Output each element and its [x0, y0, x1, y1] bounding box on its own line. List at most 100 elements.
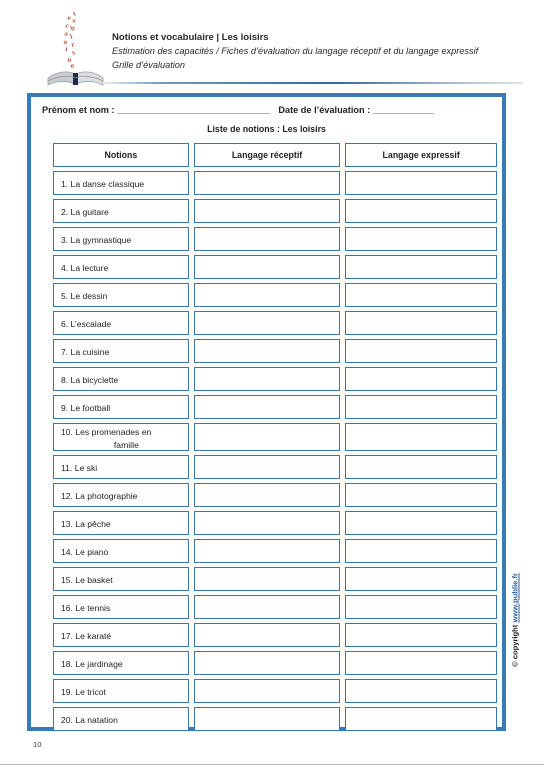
- expressif-cell[interactable]: [345, 423, 497, 451]
- expressif-cell[interactable]: [345, 623, 497, 647]
- notion-label: 7. La cuisine: [61, 347, 110, 357]
- name-input-line[interactable]: ______________________________: [117, 105, 270, 115]
- table-row: 11. Le ski: [53, 455, 497, 479]
- receptif-cell[interactable]: [193, 511, 341, 535]
- notion-cell: 14. Le piano: [53, 539, 189, 563]
- expressif-cell[interactable]: [345, 539, 497, 563]
- expressif-cell[interactable]: [345, 455, 497, 479]
- notion-label-line2: famille: [113, 439, 139, 450]
- svg-text:o: o: [62, 38, 69, 47]
- receptif-cell[interactable]: [193, 227, 341, 251]
- table-row: 19. Le tricot: [53, 679, 497, 703]
- notion-label: 12. La photographie: [61, 491, 138, 501]
- notion-label: 13. La pêche: [61, 519, 111, 529]
- expressif-cell[interactable]: [345, 283, 497, 307]
- document-page: o u s i r o l a b c v e t Notions et voc…: [0, 0, 544, 768]
- notion-cell: 4. La lecture: [53, 255, 189, 279]
- expressif-cell[interactable]: [345, 651, 497, 675]
- expressif-cell[interactable]: [345, 255, 497, 279]
- receptif-cell[interactable]: [193, 595, 341, 619]
- notion-cell: 19. Le tricot: [53, 679, 189, 703]
- receptif-cell[interactable]: [193, 171, 341, 195]
- table-row: 16. Le tennis: [53, 595, 497, 619]
- list-title: Liste de notions : Les loisirs: [207, 124, 326, 134]
- table-row: 5. Le dessin: [53, 283, 497, 307]
- notion-label: 2. La guitare: [61, 207, 109, 217]
- notion-label: 9. Le football: [61, 403, 111, 413]
- receptif-cell[interactable]: [193, 311, 341, 335]
- notion-cell: 10. Les promenades en famille: [53, 423, 189, 451]
- receptif-cell[interactable]: [193, 567, 341, 591]
- expressif-cell[interactable]: [345, 511, 497, 535]
- notion-label: 6. L’escalade: [61, 319, 112, 329]
- expressif-cell[interactable]: [345, 367, 497, 391]
- expressif-cell[interactable]: [345, 339, 497, 363]
- table-row: 15. Le basket: [53, 567, 497, 591]
- page-title: Notions et vocabulaire | Les loisirs: [112, 32, 269, 43]
- date-input-line[interactable]: ____________: [373, 105, 434, 115]
- identification-row: Prénom et nom : ________________________…: [42, 105, 494, 115]
- notion-cell: 18. Le jardinage: [53, 651, 189, 675]
- receptif-cell[interactable]: [193, 651, 341, 675]
- notion-cell: 20. La natation: [53, 707, 189, 731]
- expressif-cell[interactable]: [345, 483, 497, 507]
- receptif-cell[interactable]: [193, 395, 341, 419]
- copyright-notice: © copyright www.publie.fr: [506, 560, 524, 680]
- receptif-cell[interactable]: [193, 707, 341, 731]
- table-row: 4. La lecture: [53, 255, 497, 279]
- receptif-cell[interactable]: [193, 539, 341, 563]
- notion-label: 16. Le tennis: [61, 603, 111, 613]
- receptif-cell[interactable]: [193, 483, 341, 507]
- expressif-cell[interactable]: [345, 595, 497, 619]
- notion-label: 4. La lecture: [61, 263, 109, 273]
- table-row: 12. La photographie: [53, 483, 497, 507]
- table-row: 10. Les promenades en famille: [53, 423, 497, 451]
- table-row: 20. La natation: [53, 707, 497, 731]
- expressif-cell[interactable]: [345, 199, 497, 223]
- header-text-block: Notions et vocabulaire | Les loisirs Est…: [112, 31, 532, 72]
- notion-cell: 3. La gymnastique: [53, 227, 189, 251]
- expressif-cell[interactable]: [345, 679, 497, 703]
- table-row: 8. La bicyclette: [53, 367, 497, 391]
- notion-cell: 15. Le basket: [53, 567, 189, 591]
- expressif-cell[interactable]: [345, 395, 497, 419]
- expressif-cell[interactable]: [345, 171, 497, 195]
- notion-label: 20. La natation: [61, 715, 118, 725]
- copyright-url-link[interactable]: www.publie.fr: [511, 573, 520, 623]
- notion-cell: 17. Le karaté: [53, 623, 189, 647]
- receptif-cell[interactable]: [193, 255, 341, 279]
- receptif-cell[interactable]: [193, 283, 341, 307]
- svg-text:r: r: [70, 40, 75, 49]
- column-header-langage-expressif: Langage expressif: [345, 143, 497, 167]
- table-row: 13. La pêche: [53, 511, 497, 535]
- receptif-cell[interactable]: [193, 455, 341, 479]
- expressif-cell[interactable]: [345, 311, 497, 335]
- receptif-cell[interactable]: [193, 339, 341, 363]
- expressif-cell[interactable]: [345, 707, 497, 731]
- svg-text:l: l: [69, 33, 74, 41]
- receptif-cell[interactable]: [193, 199, 341, 223]
- receptif-cell[interactable]: [193, 423, 341, 451]
- receptif-cell[interactable]: [193, 367, 341, 391]
- notion-cell: 5. Le dessin: [53, 283, 189, 307]
- column-header-label: Langage réceptif: [231, 150, 303, 160]
- notion-cell: 7. La cuisine: [53, 339, 189, 363]
- header-divider: [103, 82, 523, 84]
- page-bottom-divider: [0, 764, 544, 765]
- receptif-cell[interactable]: [193, 679, 341, 703]
- notion-label: 5. Le dessin: [61, 291, 108, 301]
- table-row: 1. La danse classique: [53, 171, 497, 195]
- name-label: Prénom et nom :: [42, 105, 118, 115]
- copyright-prefix: © copyright: [510, 622, 520, 667]
- expressif-cell[interactable]: [345, 227, 497, 251]
- column-header-label: Langage expressif: [382, 150, 460, 160]
- table-row: 3. La gymnastique: [53, 227, 497, 251]
- page-subtitle-1: Estimation des capacités / Fiches d’éval…: [112, 46, 479, 56]
- notion-label: 18. Le jardinage: [61, 659, 123, 669]
- notion-label: 8. La bicyclette: [61, 375, 119, 385]
- receptif-cell[interactable]: [193, 623, 341, 647]
- notion-cell: 8. La bicyclette: [53, 367, 189, 391]
- notion-label: 1. La danse classique: [61, 179, 145, 189]
- table-row: 14. Le piano: [53, 539, 497, 563]
- expressif-cell[interactable]: [345, 567, 497, 591]
